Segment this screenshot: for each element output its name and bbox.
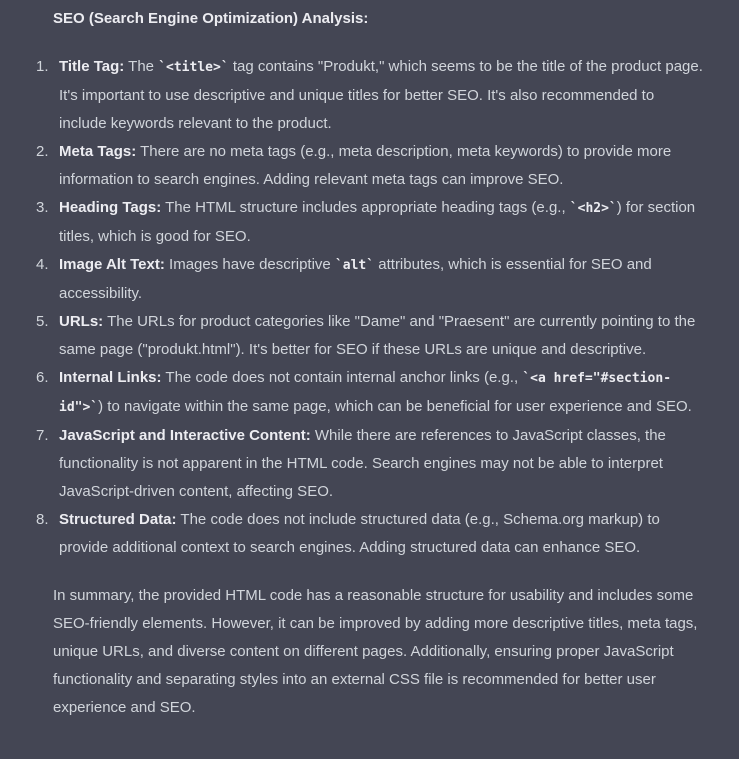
item-number: 2. [36, 143, 49, 160]
item-text: The URLs for product categories like "Da… [59, 313, 696, 358]
item-term: Heading Tags: [59, 199, 162, 216]
list-item: 6. Internal Links: The code does not cont… [36, 364, 705, 422]
seo-findings-list: 1. Title Tag: The `<title>` tag contains … [36, 53, 705, 562]
inline-code: `<h2>` [569, 201, 617, 216]
section-heading: SEO (Search Engine Optimization) Analysi… [53, 10, 369, 27]
inline-code: `<title>` [158, 60, 229, 75]
item-text: ) to navigate within the same page, whic… [98, 398, 692, 415]
list-item: 2. Meta Tags: There are no meta tags (e.g… [36, 138, 705, 194]
list-item: 5. URLs: The URLs for product categories … [36, 308, 705, 364]
item-number: 4. [36, 256, 49, 273]
list-item: 1. Title Tag: The `<title>` tag contains … [36, 53, 705, 138]
item-number: 7. [36, 427, 49, 444]
item-text: The [124, 58, 159, 75]
inline-code: `alt` [334, 258, 375, 273]
list-item: 3. Heading Tags: The HTML structure inclu… [36, 194, 705, 251]
item-number: 5. [36, 313, 49, 330]
item-term: Structured Data: [59, 511, 177, 528]
item-text: Images have descriptive [164, 256, 335, 273]
list-item: 4. Image Alt Text: Images have descriptiv… [36, 251, 705, 308]
chat-message: SEO (Search Engine Optimization) Analysi… [0, 0, 739, 759]
item-term: JavaScript and Interactive Content: [59, 427, 311, 444]
item-text: The HTML structure includes appropriate … [161, 199, 570, 216]
list-item: 8. Structured Data: The code does not inc… [36, 506, 705, 562]
item-number: 3. [36, 199, 49, 216]
item-term: Meta Tags: [59, 143, 137, 160]
item-number: 6. [36, 369, 49, 386]
list-item: 7. JavaScript and Interactive Content: Wh… [36, 422, 705, 506]
item-term: URLs: [59, 313, 104, 330]
summary-paragraph: In summary, the provided HTML code has a… [53, 587, 698, 716]
item-text: The code does not contain internal ancho… [161, 369, 523, 386]
item-number: 8. [36, 511, 49, 528]
item-number: 1. [36, 58, 49, 75]
item-term: Internal Links: [59, 369, 162, 386]
item-term: Image Alt Text: [59, 256, 165, 273]
item-term: Title Tag: [59, 58, 125, 75]
item-text: There are no meta tags (e.g., meta descr… [59, 143, 672, 188]
